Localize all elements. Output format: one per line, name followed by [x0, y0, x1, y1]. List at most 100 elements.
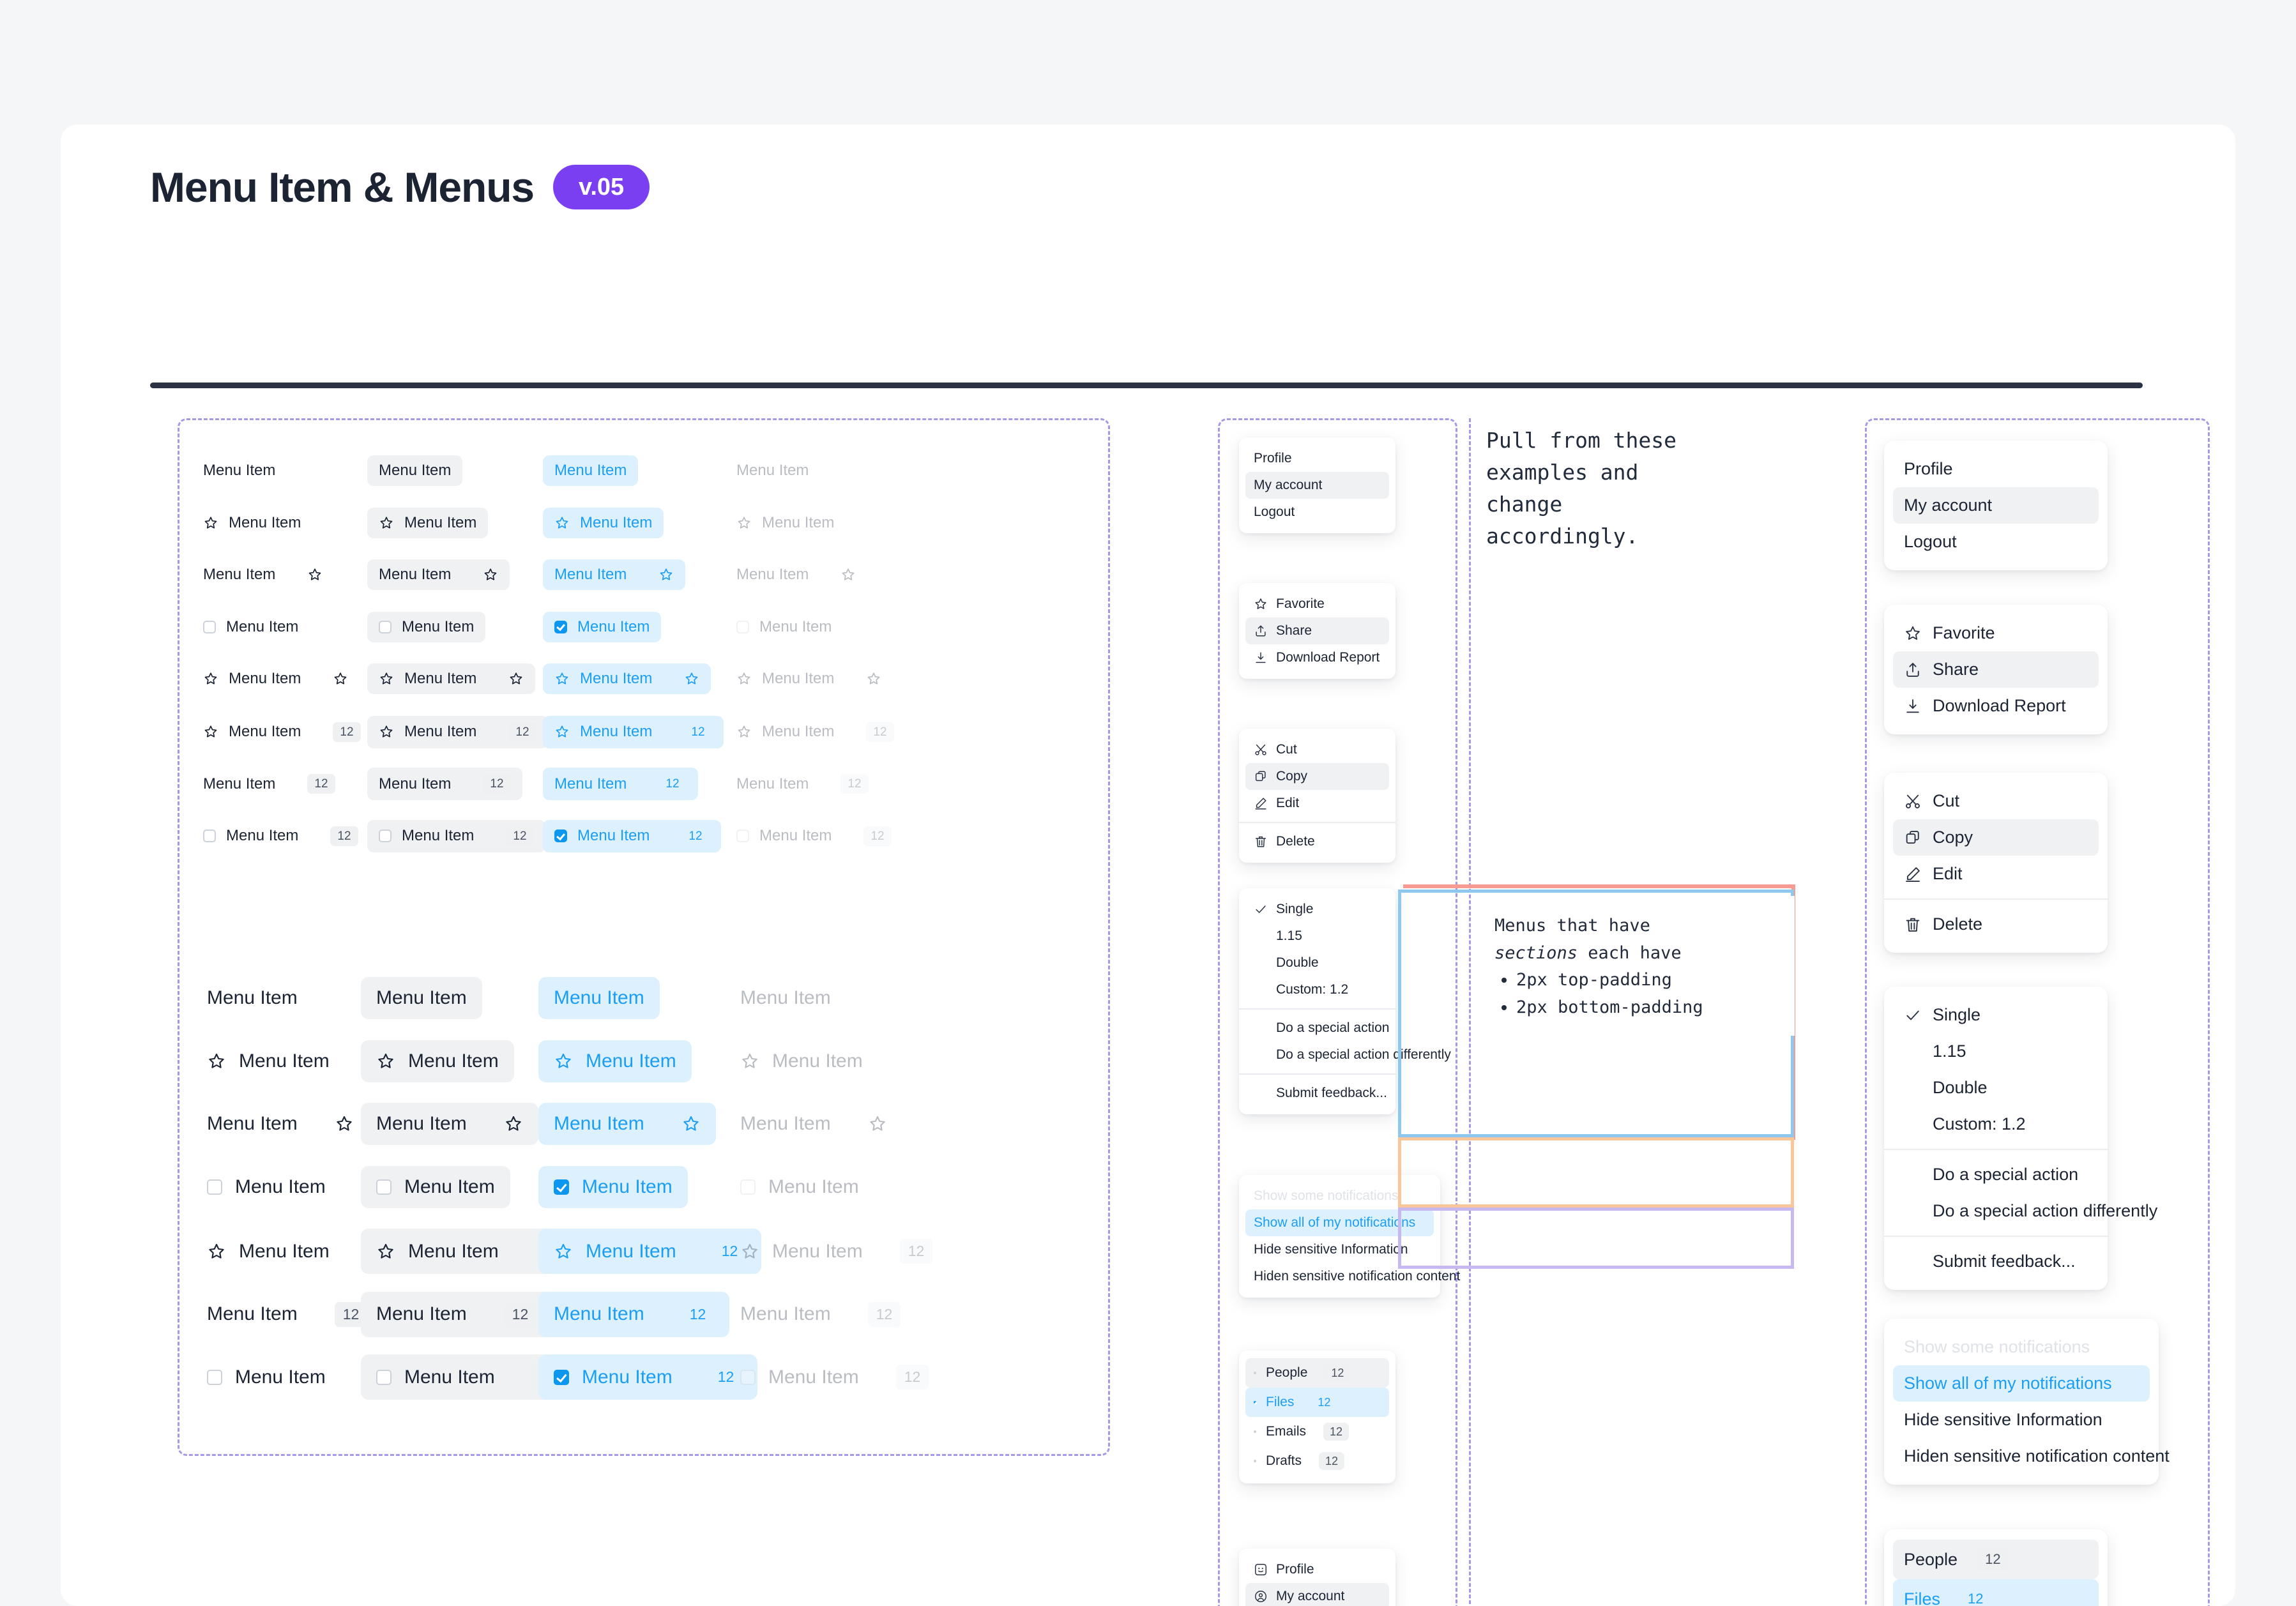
menu-row[interactable]: Hiden sensitive notification content — [1893, 1438, 2150, 1474]
menu-row[interactable]: My account — [1245, 1583, 1389, 1606]
checkbox[interactable] — [1254, 1430, 1256, 1433]
checkbox[interactable] — [376, 1179, 392, 1195]
checkbox[interactable] — [207, 1179, 222, 1195]
menu-item[interactable]: Menu Item — [192, 1166, 341, 1208]
menu-item[interactable]: Menu Item — [192, 455, 287, 486]
menu-row[interactable]: Download Report — [1245, 644, 1389, 671]
checkbox[interactable] — [736, 621, 749, 633]
menu-spacing-large[interactable]: Single1.15DoubleCustom: 1.2 Do a special … — [1884, 987, 2108, 1290]
menu-item[interactable]: Menu Item — [192, 1040, 345, 1082]
menu-item[interactable]: Menu Item12 — [367, 716, 548, 748]
menu-item[interactable]: Menu Item — [361, 1103, 538, 1145]
menu-row[interactable]: Copy — [1893, 819, 2099, 856]
menu-item[interactable]: Menu Item — [543, 612, 661, 642]
checkbox[interactable] — [203, 830, 216, 842]
menu-profile-icons-small[interactable]: ProfileMy account — [1239, 1549, 1395, 1606]
menu-row[interactable]: Show all of my notifications — [1893, 1365, 2150, 1402]
menu-account-large[interactable]: ProfileMy accountLogout — [1884, 441, 2108, 570]
menu-edit-small[interactable]: CutCopyEditDelete — [1239, 729, 1395, 863]
menu-item[interactable]: Menu Item — [192, 1103, 369, 1145]
menu-item[interactable]: Menu Item12 — [538, 1292, 729, 1337]
menu-row[interactable]: 1.15 — [1893, 1033, 2099, 1070]
menu-row[interactable]: People12 — [1245, 1358, 1389, 1388]
menu-item[interactable]: Menu Item12 — [367, 768, 522, 800]
menu-row[interactable]: Delete — [1893, 906, 2099, 943]
menu-item[interactable]: Menu Item — [543, 663, 711, 694]
menu-row[interactable]: Single — [1893, 997, 2099, 1033]
menu-row[interactable]: Custom: 1.2 — [1893, 1106, 2099, 1142]
menu-row[interactable]: Profile — [1245, 445, 1389, 472]
menu-item[interactable]: Menu Item12 — [367, 820, 545, 852]
menu-item[interactable]: Menu Item12 — [543, 768, 698, 800]
menu-edit-large[interactable]: CutCopyEdit Delete — [1884, 773, 2108, 953]
menu-row[interactable]: Double — [1893, 1070, 2099, 1106]
menu-item[interactable]: Menu Item12 — [192, 768, 347, 800]
menu-item[interactable]: Menu Item — [192, 508, 312, 538]
checkbox[interactable] — [203, 621, 216, 633]
checkbox[interactable] — [740, 1179, 756, 1195]
menu-row[interactable]: Cut — [1893, 783, 2099, 819]
menu-item[interactable]: Menu Item — [361, 977, 482, 1019]
menu-item[interactable]: Menu Item — [367, 455, 462, 486]
menu-actions-small[interactable]: FavoriteShareDownload Report — [1239, 583, 1395, 679]
menu-row[interactable]: Profile — [1245, 1556, 1389, 1583]
menu-spacing-small[interactable]: Single1.15DoubleCustom: 1.2Do a special … — [1239, 888, 1395, 1114]
menu-row[interactable]: Submit feedback... — [1245, 1080, 1389, 1107]
menu-item[interactable]: Menu Item — [367, 508, 488, 538]
menu-item[interactable]: Menu Item — [538, 1040, 692, 1082]
menu-row[interactable]: Cut — [1245, 736, 1389, 763]
menu-row[interactable]: Double — [1245, 950, 1389, 976]
menu-item[interactable]: Menu Item — [192, 612, 310, 642]
menu-actions-large[interactable]: FavoriteShareDownload Report — [1884, 605, 2108, 734]
checkbox[interactable] — [554, 830, 567, 842]
menu-item[interactable]: Menu Item12 — [192, 820, 370, 852]
menu-row[interactable]: Share — [1245, 617, 1389, 644]
menu-item[interactable]: Menu Item — [538, 1166, 688, 1208]
checkbox[interactable] — [207, 1370, 222, 1385]
menu-item[interactable]: Menu Item — [538, 977, 660, 1019]
menu-row[interactable]: My account — [1893, 487, 2099, 524]
menu-item[interactable]: Menu Item — [543, 455, 638, 486]
menu-item[interactable]: Menu Item12 — [192, 1292, 383, 1337]
menu-row[interactable]: Favorite — [1245, 591, 1389, 617]
menu-account-small[interactable]: ProfileMy accountLogout — [1239, 437, 1395, 533]
checkbox[interactable] — [736, 830, 749, 842]
menu-item[interactable]: Menu Item12 — [543, 716, 724, 748]
menu-item[interactable]: Menu Item — [543, 559, 685, 590]
menu-item[interactable]: Menu Item — [543, 508, 664, 538]
menu-item[interactable]: Menu Item — [367, 663, 535, 694]
menu-row[interactable]: Drafts12 — [1245, 1446, 1389, 1476]
menu-row[interactable]: Files12 — [1893, 1579, 2099, 1606]
menu-row[interactable]: My account — [1245, 472, 1389, 499]
menu-row[interactable]: Files12 — [1245, 1388, 1389, 1417]
checkbox[interactable] — [554, 621, 567, 633]
menu-row[interactable]: Do a special action — [1245, 1015, 1389, 1042]
menu-filters-large[interactable]: People12Files12 — [1884, 1529, 2108, 1606]
menu-row[interactable]: Submit feedback... — [1893, 1243, 2099, 1280]
checkbox[interactable] — [554, 1179, 569, 1195]
menu-notifications-large[interactable]: Show some notificationsShow all of my no… — [1884, 1319, 2159, 1485]
menu-row[interactable]: Emails12 — [1245, 1417, 1389, 1446]
menu-row[interactable]: Favorite — [1893, 615, 2099, 651]
menu-item[interactable]: Menu Item12 — [192, 716, 372, 748]
checkbox[interactable] — [1254, 1401, 1256, 1404]
checkbox[interactable] — [554, 1370, 569, 1385]
menu-row[interactable]: Profile — [1893, 451, 2099, 487]
menu-row[interactable]: Do a special action — [1893, 1156, 2099, 1193]
menu-item[interactable]: Menu Item — [192, 559, 334, 590]
menu-row[interactable]: Single — [1245, 896, 1389, 923]
menu-row[interactable]: Do a special action differently — [1893, 1193, 2099, 1229]
menu-row[interactable]: Edit — [1893, 856, 2099, 892]
menu-item[interactable]: Menu Item — [192, 977, 313, 1019]
menu-item[interactable]: Menu Item — [361, 1166, 510, 1208]
menu-row[interactable]: Logout — [1245, 499, 1389, 526]
checkbox[interactable] — [1254, 1460, 1256, 1462]
checkbox[interactable] — [379, 830, 392, 842]
menu-row[interactable]: Do a special action differently — [1245, 1042, 1389, 1068]
menu-item[interactable]: Menu Item — [192, 663, 360, 694]
menu-row[interactable]: 1.15 — [1245, 923, 1389, 950]
menu-item[interactable]: Menu Item — [367, 559, 510, 590]
menu-item[interactable]: Menu Item12 — [361, 1292, 552, 1337]
menu-item[interactable]: Menu Item — [361, 1040, 514, 1082]
menu-filters-small[interactable]: People12Files12Emails12Drafts12 — [1239, 1351, 1395, 1483]
